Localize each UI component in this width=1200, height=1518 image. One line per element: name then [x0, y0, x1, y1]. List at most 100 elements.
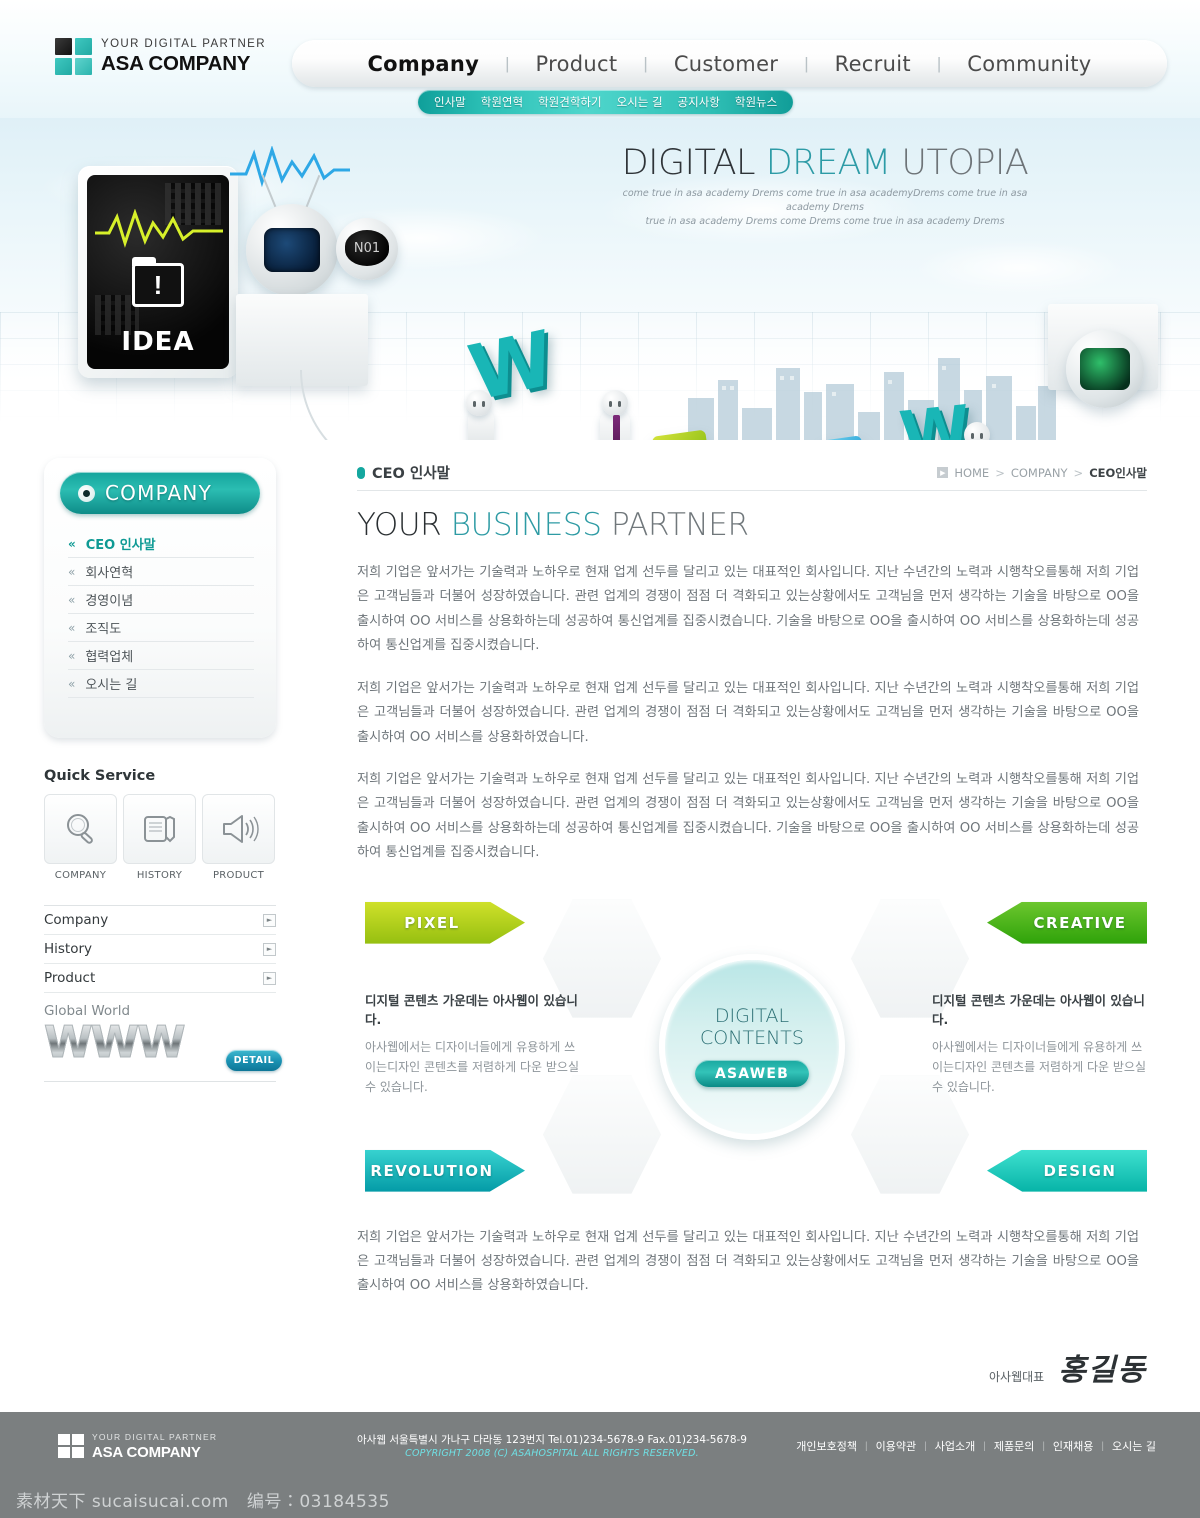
footer-link-directions[interactable]: 오시는 길 [1112, 1438, 1156, 1454]
subnav-item-news[interactable]: 학원뉴스 [735, 94, 777, 110]
site-logo[interactable]: YOUR DIGITAL PARTNER ASA COMPANY [55, 38, 266, 75]
arrow-right-icon: ► [263, 942, 276, 956]
mini-list-item-company[interactable]: Company ► [44, 906, 276, 935]
footer-link-privacy[interactable]: 개인보호정책 [796, 1438, 857, 1454]
footer-link-terms[interactable]: 이용약관 [876, 1438, 916, 1454]
sub-navigation[interactable]: 인사말 학원연혁 학원견학하기 오시는 길 공지사항 학원뉴스 [418, 90, 794, 114]
footer-link-separator: | [924, 1440, 927, 1452]
footer-link-business[interactable]: 사업소개 [935, 1438, 975, 1454]
subnav-item-directions[interactable]: 오시는 길 [617, 94, 663, 110]
footer-logo[interactable]: YOUR DIGITAL PARTNER ASA COMPANY [58, 1432, 217, 1461]
content-header: CEO 인사말 ▶ HOME > COMPANY > CEO인사말 [357, 462, 1147, 483]
breadcrumb-separator: > [1073, 465, 1084, 480]
nav-item-company[interactable]: Company [341, 52, 505, 76]
mini-list-label: Company [44, 912, 109, 928]
main-content: CEO 인사말 ▶ HOME > COMPANY > CEO인사말 YOUR B… [357, 462, 1147, 1389]
globe-tv-illustration [1066, 330, 1144, 408]
nav-item-recruit[interactable]: Recruit [809, 52, 937, 76]
sidebar-item-label: 경영이념 [85, 594, 134, 609]
quick-service-history[interactable]: HISTORY [123, 794, 196, 881]
hero-title-part2: DREAM [765, 143, 902, 183]
quick-service-row: COMPANY HISTORY PRODUCT [44, 794, 276, 881]
subnav-item-tour[interactable]: 학원견학하기 [538, 94, 601, 110]
body-paragraph-2: 저희 기업은 앞서가는 기술력과 노하우로 현재 업계 선두를 달리고 있는 대… [357, 680, 1139, 745]
magnifier-icon [66, 814, 93, 844]
arrow-right-icon: ► [263, 971, 276, 985]
footer-address: 아사웹 서울특별시 가나구 다라동 123번지 Tel.01)234-5678-… [357, 1433, 747, 1446]
yellow-pulse-icon [95, 209, 223, 248]
body-paragraph-3: 저희 기업은 앞서가는 기술력과 노하우로 현재 업계 선두를 달리고 있는 대… [357, 771, 1139, 861]
logo-grid-icon [55, 38, 92, 75]
chevron-left-icon: « [68, 564, 76, 579]
breadcrumb-home[interactable]: HOME [954, 466, 989, 480]
mini-list-item-product[interactable]: Product ► [44, 964, 276, 993]
footer-logo-tagline: YOUR DIGITAL PARTNER [92, 1431, 218, 1442]
subnav-item-history[interactable]: 학원연혁 [481, 94, 523, 110]
quick-service-product[interactable]: PRODUCT [202, 794, 275, 881]
www-logo-text: WWW [44, 1017, 187, 1068]
footer-copyright: COPYRIGHT 2008 (C) ASAHOSPITAL ALL RIGHT… [405, 1448, 699, 1460]
site-header: YOUR DIGITAL PARTNER ASA COMPANY Company… [0, 0, 1200, 130]
megaphone-icon [222, 815, 259, 843]
subnav-item-greeting[interactable]: 인사말 [434, 94, 466, 110]
global-world-row: WWW DETAIL [44, 1020, 282, 1073]
sidebar-item-ceo-greeting[interactable]: « CEO 인사말 [68, 530, 254, 558]
idea-label: IDEA [121, 327, 195, 357]
footer-link-recruit[interactable]: 인재채용 [1053, 1438, 1093, 1454]
diagram-right-body: 아사웹에서는 디자이너들에게 유용하게 쓰이는디자인 콘텐츠를 저렴하게 다운 … [932, 1039, 1146, 1095]
center-title-line2: CONTENTS [700, 1026, 804, 1049]
main-navigation[interactable]: Company | Product | Customer | Recruit |… [292, 40, 1167, 87]
diagram-right-heading: 디지털 콘텐츠 가운데는 아사웹이 있습니다. [932, 992, 1145, 1027]
sidebar-mini-list: Company ► History ► Product ► [44, 905, 276, 993]
mini-list-label: History [44, 941, 93, 957]
hero-subtitle: come true in asa academy Drems come true… [600, 187, 1050, 228]
hero-title-part1: DIGITAL [621, 143, 766, 183]
n01-label: N01 [345, 230, 389, 266]
breadcrumb: ▶ HOME > COMPANY > CEO인사말 [937, 465, 1147, 481]
breadcrumb-company[interactable]: COMPANY [1011, 466, 1068, 480]
footer-link-separator: | [1101, 1440, 1105, 1452]
footer-link-inquiry[interactable]: 제품문의 [994, 1438, 1034, 1454]
hero-title: DIGITAL DREAM UTOPIA [600, 143, 1050, 183]
arrow-right-icon: ► [263, 913, 276, 927]
sidebar-item-philosophy[interactable]: « 경영이념 [68, 586, 254, 614]
quick-service-company[interactable]: COMPANY [44, 794, 117, 881]
flag-revolution[interactable]: REVOLUTION [365, 1149, 525, 1192]
logo-company-name: ASA COMPANY [101, 51, 251, 75]
footer-link-separator: | [1042, 1440, 1045, 1452]
flag-creative[interactable]: CREATIVE [987, 901, 1147, 944]
mini-list-item-history[interactable]: History ► [44, 935, 276, 964]
sidebar-item-partners[interactable]: « 협력업체 [68, 642, 254, 670]
character-head [466, 390, 492, 416]
nav-item-product[interactable]: Product [510, 52, 644, 76]
breadcrumb-separator: > [995, 465, 1005, 480]
asaweb-button[interactable]: ASAWEB [695, 1060, 809, 1088]
diagram-left-body: 아사웹에서는 디자이너들에게 유용하게 쓰이는디자인 콘텐츠를 저렴하게 다운 … [365, 1039, 579, 1095]
footer-link-separator: | [983, 1440, 986, 1452]
headline-part2: BUSINESS [450, 507, 611, 543]
footer-company-info: 아사웹 서울특별시 가나구 다라동 123번지 Tel.01)234-5678-… [352, 1433, 752, 1460]
footer-links[interactable]: 개인보호정책 | 이용약관 | 사업소개 | 제품문의 | 인재채용 | 오시는… [796, 1438, 1156, 1454]
body-paragraph-bottom: 저희 기업은 앞서가는 기술력과 노하우로 현재 업계 선두를 달리고 있는 대… [357, 1229, 1139, 1294]
diagram-left-heading: 디지털 콘텐츠 가운데는 아사웹이 있습니다. [365, 992, 578, 1027]
content-headline: YOUR BUSINESS PARTNER [357, 507, 1147, 543]
sidebar-item-directions[interactable]: « 오시는 길 [68, 670, 254, 698]
watermark-id: 编号：03184535 [246, 1491, 390, 1512]
quick-service-title: Quick Service [44, 768, 156, 784]
hero-subtitle-line1: come true in asa academy Drems come true… [622, 188, 1028, 213]
sidebar-item-history[interactable]: « 회사연혁 [68, 558, 254, 586]
footer-link-separator: | [865, 1440, 868, 1452]
home-icon: ▶ [937, 467, 949, 478]
detail-button[interactable]: DETAIL [226, 1050, 282, 1071]
flag-pixel[interactable]: PIXEL [365, 901, 525, 944]
n01-ball-illustration: N01 [336, 218, 398, 280]
sidebar-menu-list: « CEO 인사말 « 회사연혁 « 경영이념 « 조직도 « 협력업체 « 오… [68, 530, 254, 698]
left-sidebar: COMPANY « CEO 인사말 « 회사연혁 « 경영이념 « 조직도 « … [44, 458, 282, 1082]
subnav-item-notice[interactable]: 공지사항 [678, 94, 720, 110]
flag-design[interactable]: DESIGN [987, 1149, 1147, 1192]
sidebar-item-org-chart[interactable]: « 조직도 [68, 614, 254, 642]
nav-item-customer[interactable]: Customer [648, 52, 804, 76]
city-skyline-illustration [688, 358, 1056, 440]
watermark-site: 素材天下 sucaisucai.com [16, 1491, 229, 1512]
nav-item-community[interactable]: Community [941, 52, 1117, 76]
